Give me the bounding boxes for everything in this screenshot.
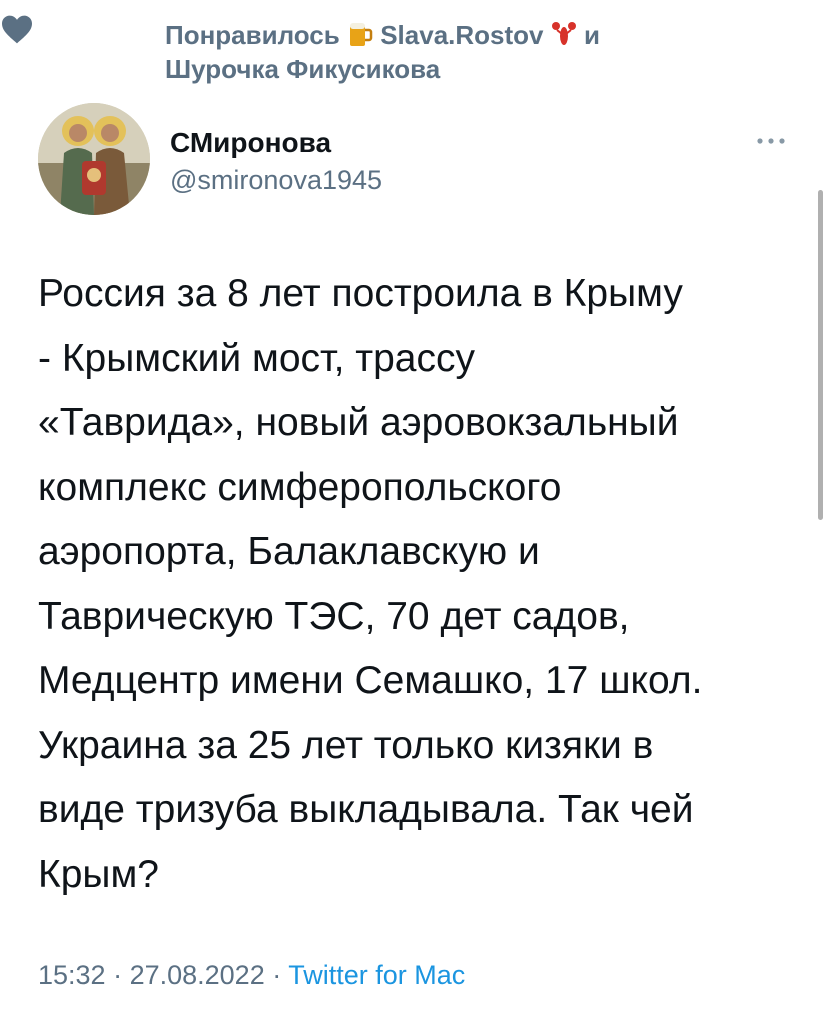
scrollbar[interactable] — [818, 190, 823, 520]
author-block[interactable]: СМиронова @smironova1945 — [170, 126, 382, 197]
meta-separator: · — [264, 960, 289, 990]
author-handle[interactable]: @smironova1945 — [170, 163, 382, 197]
tweet-source-link[interactable]: Twitter for Mac — [288, 960, 465, 990]
liked-conjunction: и — [583, 20, 600, 50]
tweet-meta: 15:32 · 27.08.2022 · Twitter for Mac — [38, 955, 465, 995]
tweet-time[interactable]: 15:32 — [38, 960, 106, 990]
liked-user-2[interactable]: Шурочка Фикусикова — [165, 54, 440, 84]
avatar-image — [38, 103, 150, 215]
liked-user-1[interactable]: Slava.Rostov — [380, 20, 543, 50]
author-name[interactable]: СМиронова — [170, 126, 382, 160]
liked-prefix: Понравилось — [165, 20, 340, 50]
more-options-icon[interactable] — [756, 136, 786, 146]
tweet-date[interactable]: 27.08.2022 — [130, 960, 265, 990]
heart-icon — [2, 15, 32, 44]
meta-separator: · — [105, 960, 130, 990]
lobster-icon — [551, 22, 576, 45]
beer-mug-icon — [349, 23, 373, 46]
tweet-text: Россия за 8 лет построила в Крыму - Крым… — [38, 272, 703, 896]
avatar[interactable] — [38, 103, 150, 215]
